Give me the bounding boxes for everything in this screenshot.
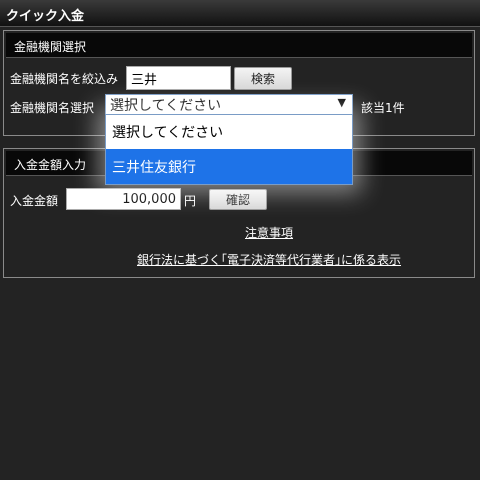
bank-select-label: 金融機関名選択 — [10, 101, 95, 115]
bank-select-dropdown[interactable]: 選択してください ▼ — [105, 94, 353, 115]
bank-select-value: 選択してください — [110, 97, 222, 114]
legal-disclosure-link[interactable]: 銀行法に基づく｢電子決済等代行業者｣に係る表示 — [137, 251, 401, 268]
match-count: 該当1件 — [361, 101, 405, 115]
amount-section-title: 入金金額入力 — [14, 158, 87, 172]
confirm-button[interactable]: 確認 — [209, 189, 267, 210]
bank-options-list: 選択してください 三井住友銀行 — [105, 114, 353, 185]
amount-label: 入金金額 — [10, 194, 59, 208]
bank-filter-input[interactable]: 三井 — [126, 66, 231, 90]
bank-filter-label: 金融機関名を絞込み — [10, 72, 119, 86]
search-button[interactable]: 検索 — [234, 67, 292, 90]
amount-unit: 円 — [184, 194, 197, 208]
option-placeholder[interactable]: 選択してください — [106, 117, 352, 147]
chevron-down-icon: ▼ — [337, 96, 346, 109]
notice-link[interactable]: 注意事項 — [245, 224, 293, 241]
bank-select-title: 金融機関選択 — [14, 40, 87, 54]
title-bar: クイック入金 — [0, 0, 480, 27]
amount-input[interactable]: 100,000 — [66, 188, 181, 210]
option-mitsui-sumitomo[interactable]: 三井住友銀行 — [106, 149, 352, 184]
bank-select-header: 金融機関選択 — [6, 33, 472, 58]
page-title: クイック入金 — [6, 9, 85, 24]
